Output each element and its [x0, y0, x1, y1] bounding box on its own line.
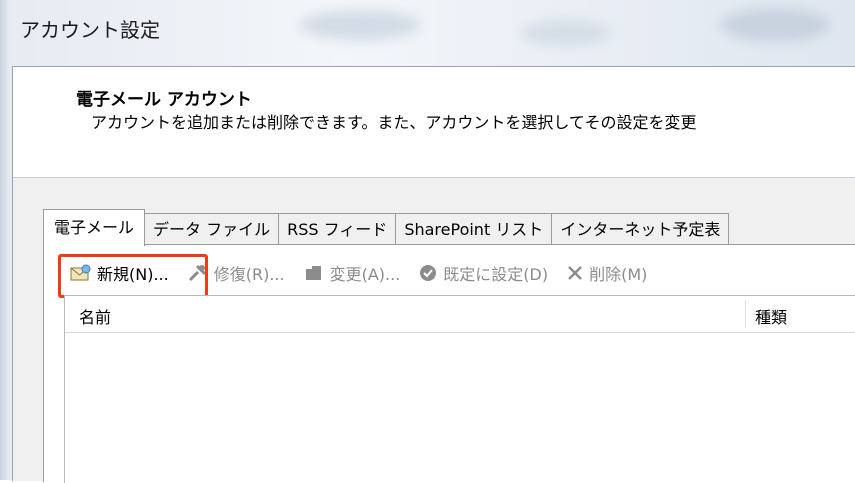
- column-header-type[interactable]: 種類: [755, 304, 787, 328]
- section-title: 電子メール アカウント: [76, 90, 252, 110]
- account-list[interactable]: 名前 種類: [64, 295, 855, 483]
- highlight-box: [58, 254, 208, 298]
- tab-strip: 電子メール データ ファイル RSS フィード SharePoint リスト イ…: [43, 209, 730, 246]
- dialog-titlebar[interactable]: アカウント設定: [10, 0, 855, 66]
- header-area: 電子メール アカウント アカウントを追加または削除できます。また、アカウントを選…: [13, 67, 855, 178]
- section-description: アカウントを追加または削除できます。また、アカウントを選択してその設定を変更: [91, 113, 697, 132]
- tab-rss-feeds[interactable]: RSS フィード: [278, 213, 397, 246]
- check-circle-icon: [418, 263, 438, 283]
- delete-button[interactable]: 削除(M): [560, 258, 653, 288]
- change-button-label: 変更(A)...: [329, 265, 401, 284]
- new-button[interactable]: 新規(N)...: [58, 254, 208, 298]
- tab-region: 電子メール データ ファイル RSS フィード SharePoint リスト イ…: [13, 178, 855, 483]
- account-settings-dialog: アカウント設定 電子メール アカウント アカウントを追加または削除できます。また…: [10, 0, 855, 483]
- dialog-content: 電子メール アカウント アカウントを追加または削除できます。また、アカウントを選…: [12, 66, 855, 483]
- dialog-title: アカウント設定: [20, 18, 160, 42]
- set-default-button-label: 既定に設定(D): [443, 265, 549, 284]
- x-icon: [566, 264, 584, 282]
- list-header: 名前 種類: [65, 296, 855, 333]
- email-tab-panel: 新規(N)... 修復(R)... 変更(A)... 既定に設定(D) 削除(M…: [43, 244, 855, 483]
- tab-email[interactable]: 電子メール: [43, 209, 146, 246]
- folder-icon: [303, 263, 325, 283]
- tab-sharepoint-lists[interactable]: SharePoint リスト: [395, 213, 553, 246]
- account-toolbar: 新規(N)... 修復(R)... 変更(A)... 既定に設定(D) 削除(M…: [58, 254, 659, 298]
- column-divider[interactable]: [745, 300, 746, 328]
- tab-data-files[interactable]: データ ファイル: [144, 213, 280, 246]
- repair-button-label: 修復(R)...: [213, 265, 285, 284]
- tab-internet-calendars[interactable]: インターネット予定表: [551, 213, 730, 246]
- column-header-name[interactable]: 名前: [79, 304, 111, 328]
- change-button[interactable]: 変更(A)...: [297, 258, 407, 288]
- window-frame-edge: [0, 0, 10, 480]
- delete-button-label: 削除(M): [589, 265, 648, 284]
- set-default-button[interactable]: 既定に設定(D): [412, 258, 554, 288]
